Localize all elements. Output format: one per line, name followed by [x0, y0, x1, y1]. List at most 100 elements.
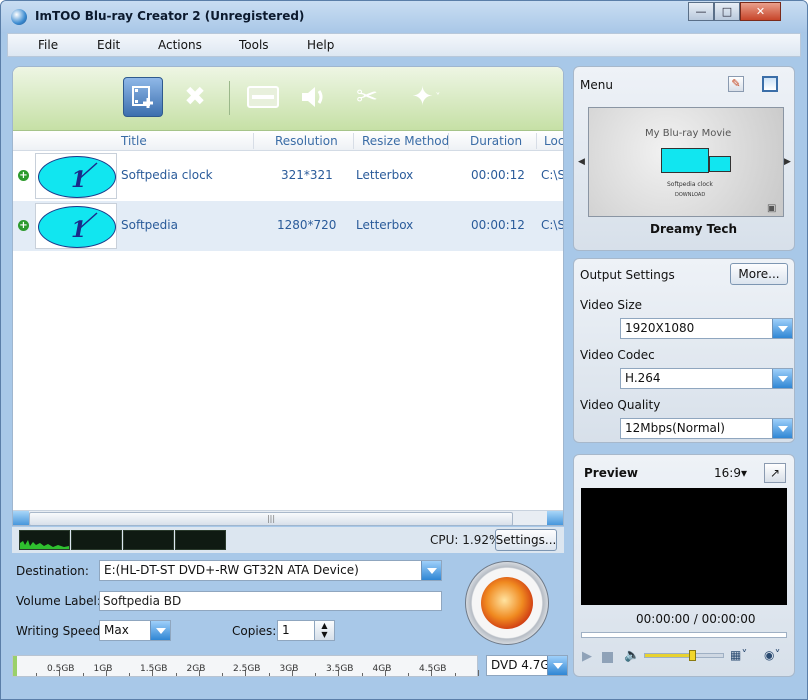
capacity-tick-label: 4.5GB — [419, 664, 447, 674]
column-title[interactable]: Title — [121, 134, 147, 148]
writing-speed-value: Max — [104, 623, 129, 637]
row-title: Softpedia clock — [121, 168, 213, 182]
thumb-caption: Softpedia clock — [667, 181, 713, 188]
copies-value: 1 — [282, 623, 290, 637]
toolbar-divider — [229, 81, 230, 115]
cpu-usage: CPU: 1.92% — [430, 533, 501, 547]
menu-help[interactable]: Help — [307, 38, 334, 52]
edit-menu-icon[interactable]: ✎ — [728, 76, 744, 92]
destination-value: E:(HL-DT-ST DVD+-RW GT32N ATA Device) — [104, 563, 359, 577]
writing-speed-select[interactable]: Max — [99, 620, 171, 641]
chevron-down-icon[interactable] — [547, 656, 567, 675]
zoom-icon[interactable]: ▣ — [767, 203, 776, 214]
destination-label: Destination: — [16, 564, 89, 578]
video-quality-value: 12Mbps(Normal) — [625, 421, 725, 435]
capacity-tick-label: 3GB — [279, 664, 299, 674]
svg-text:1: 1 — [71, 167, 86, 193]
cpu-meter — [175, 530, 226, 550]
thumb-heading: My Blu-ray Movie — [645, 128, 732, 139]
template-layout-icon[interactable] — [762, 76, 778, 92]
expand-icon[interactable]: + — [18, 220, 29, 231]
capacity-tick — [82, 673, 84, 676]
thumb-sub: DOWNLOAD — [675, 192, 706, 198]
menu-panel: Menu ✎ ◀ ▶ My Blu-ray Movie Softpedia cl… — [573, 66, 795, 251]
chevron-down-icon[interactable] — [772, 419, 792, 438]
audio-icon[interactable] — [293, 77, 333, 117]
cpu-meter — [19, 530, 70, 550]
copies-stepper[interactable]: 1 ▲ ▼ — [277, 620, 335, 641]
disc-type-select[interactable]: DVD 4.7G — [486, 655, 568, 676]
menu-tools[interactable]: Tools — [239, 38, 269, 52]
menu-edit[interactable]: Edit — [97, 38, 120, 52]
menu-actions[interactable]: Actions — [158, 38, 202, 52]
capacity-tick — [175, 673, 177, 676]
row-resize: Letterbox — [356, 168, 414, 182]
output-settings-title: Output Settings — [580, 268, 675, 282]
chevron-down-icon[interactable] — [421, 561, 441, 580]
volume-label: Volume Label: — [16, 594, 101, 608]
popout-icon[interactable]: ↗ — [764, 463, 786, 483]
maximize-button[interactable]: □ — [714, 2, 740, 21]
volume-icon[interactable]: 🔈 — [624, 648, 640, 663]
chevron-down-icon[interactable] — [150, 621, 170, 640]
scroll-left-icon[interactable] — [13, 511, 29, 525]
chevron-down-icon[interactable] — [772, 369, 792, 388]
capacity-tick — [222, 673, 223, 676]
menu-bar: File Edit Actions Tools Help — [7, 33, 801, 57]
expand-icon[interactable]: + — [18, 170, 29, 181]
capacity-tick — [408, 673, 409, 676]
capacity-fill — [13, 656, 17, 676]
video-size-select[interactable]: 1920X1080 — [620, 318, 793, 339]
close-button[interactable]: ✕ — [740, 2, 781, 21]
aspect-select[interactable]: 16:9▾ — [714, 466, 747, 480]
capacity-tick — [477, 670, 479, 676]
column-resize-method[interactable]: Resize Method — [362, 134, 449, 148]
video-quality-label: Video Quality — [580, 398, 661, 412]
stop-icon[interactable] — [602, 652, 613, 663]
capacity-tick — [268, 673, 270, 676]
seek-bar[interactable] — [581, 632, 787, 638]
column-duration[interactable]: Duration — [470, 134, 522, 148]
volume-slider[interactable] — [644, 650, 724, 661]
burn-disc-icon — [481, 577, 533, 629]
settings-button[interactable]: Settings... — [495, 529, 557, 551]
camera-icon[interactable]: ◉˅ — [764, 648, 780, 662]
menu-template-thumbnail[interactable]: My Blu-ray Movie Softpedia clock DOWNLOA… — [588, 107, 784, 217]
scroll-right-icon[interactable] — [547, 511, 563, 525]
remove-icon[interactable]: ✖ — [175, 77, 215, 117]
preview-title: Preview — [584, 466, 639, 480]
svg-text:1: 1 — [71, 217, 86, 243]
menu-file[interactable]: File — [38, 38, 58, 52]
clip-scissors-icon[interactable]: ✂ — [347, 77, 387, 117]
horizontal-scrollbar[interactable]: ||| — [13, 510, 563, 525]
preview-time: 00:00:00 / 00:00:00 — [636, 612, 756, 626]
subtitle-icon[interactable] — [243, 77, 283, 117]
disc-type-value: DVD 4.7G — [491, 658, 550, 672]
capacity-tick-label: 3.5GB — [326, 664, 354, 674]
burn-button[interactable] — [465, 561, 549, 645]
play-icon[interactable]: ▶ — [582, 649, 592, 664]
table-row[interactable]: + 1 Softpedia 1280*720 Letterbox 00:00:1… — [13, 201, 563, 251]
capacity-tick-label: 1.5GB — [140, 664, 168, 674]
video-codec-select[interactable]: H.264 — [620, 368, 793, 389]
column-resolution[interactable]: Resolution — [275, 134, 338, 148]
volume-label-input[interactable]: Softpedia BD — [99, 591, 442, 611]
add-video-icon[interactable] — [123, 77, 163, 117]
next-template-icon[interactable]: ▶ — [784, 157, 791, 167]
stepper-arrows-icon[interactable]: ▲ ▼ — [314, 621, 334, 640]
destination-select[interactable]: E:(HL-DT-ST DVD+-RW GT32N ATA Device) — [99, 560, 442, 581]
file-list-panel: ✖ ✂ ✦ ˅ Title Resolution Resize Method Du… — [12, 66, 564, 526]
table-row[interactable]: + 1 Softpedia clock 321*321 Letterbox 00… — [13, 151, 563, 201]
video-quality-select[interactable]: 12Mbps(Normal) — [620, 418, 793, 439]
column-location[interactable]: Loc — [544, 134, 563, 148]
writing-speed-label: Writing Speed: — [16, 624, 105, 638]
scroll-thumb[interactable]: ||| — [29, 512, 513, 525]
capacity-tick-label: 4GB — [372, 664, 392, 674]
more-button[interactable]: More... — [730, 263, 788, 285]
minimize-button[interactable]: — — [688, 2, 714, 21]
chevron-down-icon[interactable] — [772, 319, 792, 338]
video-size-label: Video Size — [580, 298, 643, 312]
effects-star-icon[interactable]: ✦ ˅ — [401, 77, 451, 117]
snapshot-folder-icon[interactable]: ▦˅ — [730, 648, 747, 662]
prev-template-icon[interactable]: ◀ — [578, 157, 585, 167]
